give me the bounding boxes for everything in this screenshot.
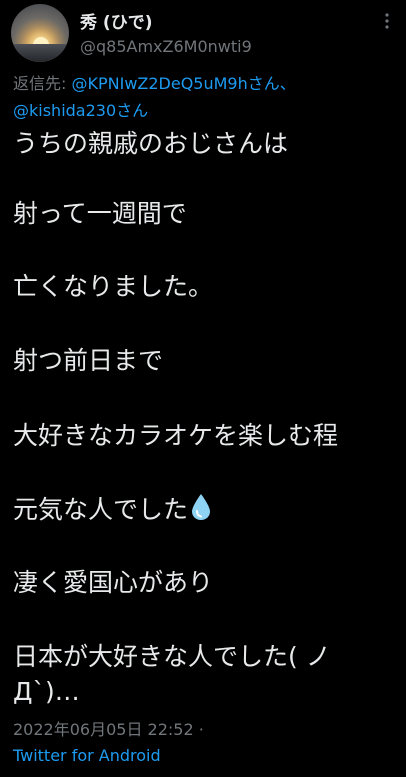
- tweet-text-line: 日本が大好きな人でした( ノ: [13, 642, 331, 671]
- tweet: 秀 (ひで) @q85AmxZ6M0nwti9 返信先: @KPNIwZ2DeQ…: [0, 0, 406, 777]
- user-handle[interactable]: @q85AmxZ6M0nwti9: [80, 37, 252, 56]
- tweet-timestamp[interactable]: 2022年06月05日 22:52 ·: [13, 716, 204, 740]
- more-icon[interactable]: [378, 12, 396, 30]
- tweet-text-line-with-emoji: 元気な人でした: [13, 493, 212, 527]
- reply-to-line-2: @kishida230さん: [13, 97, 148, 121]
- reply-to-prefix: 返信先:: [13, 74, 72, 93]
- tweet-text-line: 大好きなカラオケを楽しむ程: [13, 421, 339, 450]
- reply-to-line: 返信先: @KPNIwZ2DeQ5uM9hさん、: [13, 70, 296, 94]
- tweet-text-line: 射って一週間で: [13, 199, 187, 228]
- reply-to-user-link[interactable]: @kishida230さん: [13, 101, 148, 120]
- tweet-source-link[interactable]: Twitter for Android: [13, 746, 161, 765]
- tweet-text-line: 射つ前日まで: [13, 346, 164, 375]
- reply-to-user-link[interactable]: @KPNIwZ2DeQ5uM9hさん、: [71, 74, 295, 93]
- tweet-text-line: Д`)…: [13, 677, 80, 706]
- tweet-text-line: 凄く愛国心があり: [13, 568, 214, 597]
- tweet-text-segment: 元気な人でした: [13, 495, 189, 524]
- avatar[interactable]: [11, 4, 69, 62]
- tweet-text-line: うちの親戚のおじさんは: [13, 129, 289, 158]
- sea-graphic: [11, 44, 69, 62]
- tweet-text-line: 亡くなりました。: [13, 272, 214, 301]
- display-name[interactable]: 秀 (ひで): [80, 8, 152, 33]
- droplet-icon: [192, 494, 211, 520]
